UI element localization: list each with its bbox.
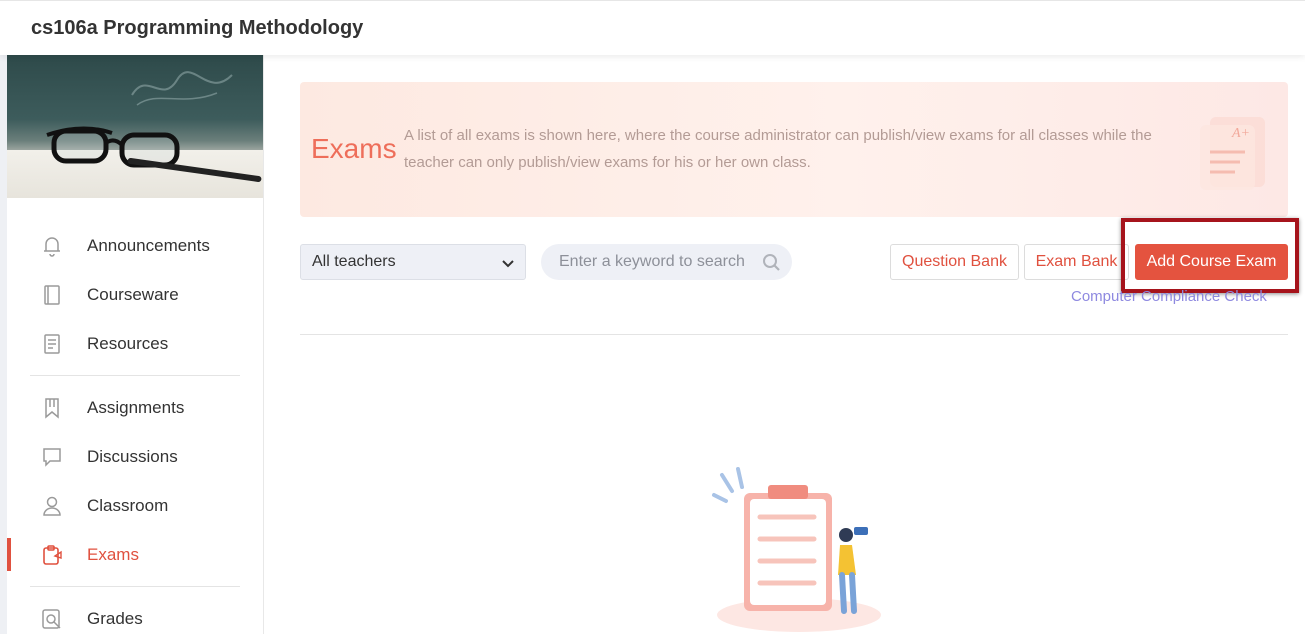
sidebar-item-label: Classroom <box>87 495 169 515</box>
content-divider <box>300 334 1288 335</box>
computer-compliance-check-link[interactable]: Computer Compliance Check <box>1071 288 1267 305</box>
sidebar-item-label: Discussions <box>87 446 178 466</box>
magnifier-icon <box>41 608 63 630</box>
add-course-exam-button[interactable]: Add Course Exam <box>1135 244 1288 280</box>
menu-divider <box>30 375 240 376</box>
bell-icon <box>41 235 63 257</box>
sidebar-item-resources[interactable]: Resources <box>7 319 263 368</box>
person-icon <box>41 495 63 517</box>
search-box <box>541 244 792 280</box>
top-header: cs106a Programming Methodology <box>0 0 1305 55</box>
left-edge-strip <box>0 55 7 634</box>
document-icon <box>41 333 63 355</box>
sidebar-item-label: Exams <box>87 544 139 564</box>
main-content: Exams A list of all exams is shown here,… <box>264 55 1305 634</box>
bookmark-icon <box>41 397 63 419</box>
sidebar-menu: Announcements Courseware Resources Assig… <box>7 221 263 643</box>
sidebar-item-grades[interactable]: Grades <box>7 594 263 643</box>
sidebar-item-label: Resources <box>87 333 169 353</box>
course-title: cs106a Programming Methodology <box>31 17 364 39</box>
course-banner-image <box>7 55 263 198</box>
exam-paper-illustration: A+ <box>1200 117 1265 190</box>
sidebar-item-courseware[interactable]: Courseware <box>7 270 263 319</box>
chalkboard-scribble <box>131 71 233 106</box>
page-description: A list of all exams is shown here, where… <box>404 127 1152 171</box>
search-icon[interactable] <box>762 253 781 272</box>
empty-state-illustration <box>712 467 881 632</box>
chat-icon <box>41 446 63 468</box>
book-icon <box>41 284 63 306</box>
sidebar-item-announcements[interactable]: Announcements <box>7 221 263 270</box>
exam-bank-button[interactable]: Exam Bank <box>1024 244 1129 280</box>
chevron-down-icon <box>502 260 514 268</box>
sidebar-item-label: Assignments <box>87 397 185 417</box>
search-input[interactable] <box>541 244 756 280</box>
svg-text:A+: A+ <box>1231 126 1250 141</box>
sidebar-item-discussions[interactable]: Discussions <box>7 432 263 481</box>
sidebar-item-label: Announcements <box>87 235 210 255</box>
sidebar-item-assignments[interactable]: Assignments <box>7 383 263 432</box>
teacher-select-value: All teachers <box>312 253 396 270</box>
menu-divider <box>30 586 240 587</box>
sidebar-item-exams[interactable]: Exams <box>7 530 263 579</box>
exams-intro-banner: Exams A list of all exams is shown here,… <box>300 82 1288 217</box>
clipboard-icon <box>41 544 63 566</box>
question-bank-button[interactable]: Question Bank <box>890 244 1019 280</box>
sidebar-item-label: Grades <box>87 608 143 628</box>
sidebar-item-classroom[interactable]: Classroom <box>7 481 263 530</box>
page-title: Exams <box>311 133 397 164</box>
sidebar-item-label: Courseware <box>87 284 179 304</box>
teacher-select[interactable]: All teachers <box>300 244 526 280</box>
sidebar: Announcements Courseware Resources Assig… <box>7 55 264 634</box>
